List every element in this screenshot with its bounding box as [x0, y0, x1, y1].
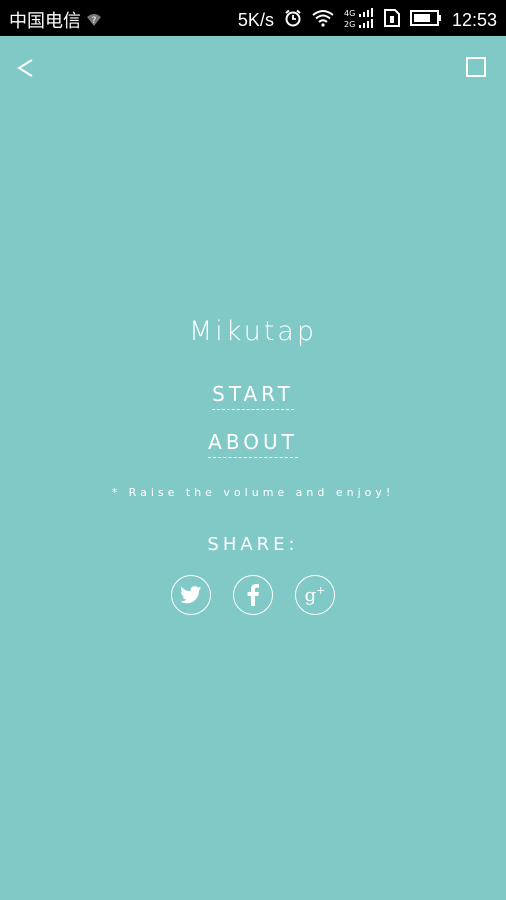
app-screen: Mikutap START ABOUT * Raise the volume a…: [0, 36, 506, 900]
svg-text:4G: 4G: [344, 9, 355, 18]
twitter-share-button[interactable]: [171, 575, 211, 615]
square-toggle-button[interactable]: [466, 57, 486, 77]
share-label: SHARE:: [207, 534, 299, 555]
google-plus-icon: g+: [304, 584, 326, 606]
app-title: Mikutap: [189, 316, 317, 347]
twitter-icon: [180, 586, 202, 604]
back-button[interactable]: [14, 56, 38, 80]
facebook-icon: [247, 584, 259, 606]
volume-hint: * Raise the volume and enjoy!: [111, 486, 395, 499]
about-label: ABOUT: [208, 430, 298, 458]
svg-text:2G: 2G: [344, 20, 355, 29]
battery-icon: [409, 10, 442, 31]
chevron-left-icon: [17, 59, 33, 77]
wifi-icon: [312, 9, 334, 32]
svg-text:?: ?: [92, 16, 97, 26]
clock-time: 12:53: [451, 10, 497, 30]
cellular-signal-icon: 4G 2G: [344, 7, 374, 34]
start-label: START: [212, 382, 294, 410]
about-link[interactable]: ABOUT: [0, 430, 506, 458]
sim-card-icon: [383, 9, 400, 32]
status-bar: 中国电信 ? 5K/s 4G 2G 12:53: [0, 0, 506, 36]
google-plus-share-button[interactable]: g+: [295, 575, 335, 615]
status-bar-right: 5K/s 4G 2G 12:53: [238, 7, 497, 34]
start-link[interactable]: START: [0, 382, 506, 410]
network-speed: 5K/s: [237, 10, 274, 30]
status-bar-left: 中国电信 ?: [9, 7, 102, 33]
signal-question-icon: ?: [86, 13, 102, 27]
carrier-name: 中国电信: [9, 11, 81, 31]
alarm-icon: [284, 9, 302, 32]
facebook-share-button[interactable]: [233, 575, 273, 615]
social-share-buttons: g+: [0, 575, 506, 615]
